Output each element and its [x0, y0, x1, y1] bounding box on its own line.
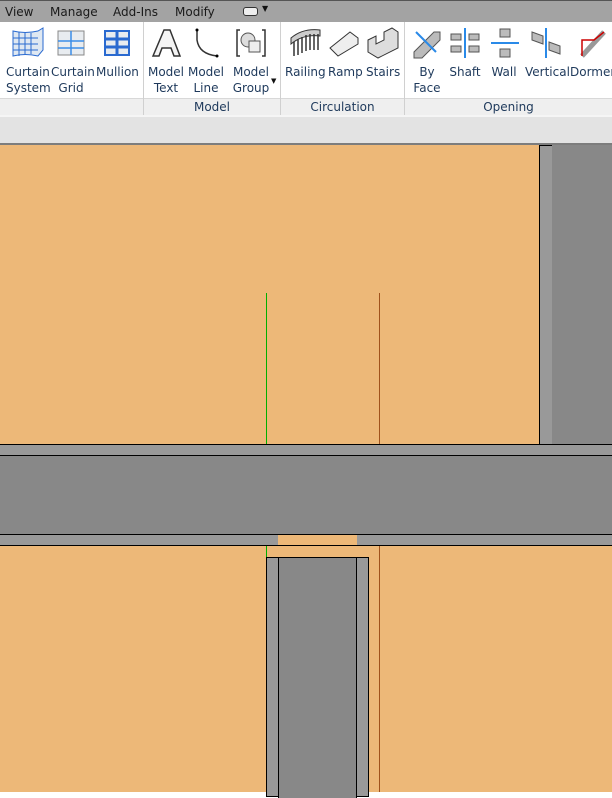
railing-icon [290, 29, 321, 56]
button-label: Stairs [366, 65, 401, 79]
wall-edge [539, 145, 553, 445]
button-label: Model [147, 65, 185, 79]
reference-line-brown [379, 293, 380, 444]
button-label: Dormer [570, 65, 612, 79]
dormer-icon [580, 30, 606, 58]
by-face-button[interactable]: By Face [410, 26, 444, 96]
ribbon: Curtain System Curtain Grid Mullion Model T… [0, 22, 612, 115]
vertical-opening-icon [531, 28, 561, 58]
button-label: Text [153, 81, 179, 95]
ribbon-tab-bar: View Manage Add-Ins Modify ▼ [0, 0, 612, 22]
wall [552, 145, 612, 445]
column-core [278, 558, 357, 798]
door-opening [278, 535, 357, 545]
mullion-button[interactable]: Mullion [96, 26, 139, 80]
button-label: Line [193, 81, 219, 95]
button-label: Shaft [449, 65, 481, 79]
minimize-ribbon-icon[interactable] [243, 7, 258, 16]
button-label: Group [232, 81, 270, 95]
button-label: By [419, 65, 435, 79]
button-label: Railing [285, 65, 326, 79]
panel-label-opening: Opening [405, 98, 612, 115]
ramp-icon [329, 31, 359, 57]
panel-label-model: Model [144, 98, 280, 115]
button-label: Wall [491, 65, 517, 79]
dormer-button[interactable]: Dormer [570, 26, 612, 80]
tab-add-ins[interactable]: Add-Ins [113, 5, 158, 19]
tab-view[interactable]: View [5, 5, 33, 19]
tab-modify[interactable]: Modify [175, 5, 215, 19]
model-line-button[interactable]: Model Line [187, 26, 225, 96]
curtain-system-icon [12, 27, 44, 57]
model-line-icon [195, 28, 219, 58]
shaft-icon [450, 28, 480, 58]
panel-label-circulation: Circulation [281, 98, 404, 115]
wall-edge-top [0, 444, 612, 456]
button-label: System [6, 81, 51, 95]
button-label: Vertical [525, 65, 570, 79]
model-text-button[interactable]: Model Text [147, 26, 185, 96]
button-label: Model [187, 65, 225, 79]
model-group-button[interactable]: Model Group [231, 26, 271, 96]
stairs-icon [367, 27, 399, 59]
curtain-system-button[interactable]: Curtain System [6, 26, 51, 96]
button-label: Face [413, 81, 441, 95]
button-label: Mullion [96, 65, 139, 79]
button-label: Curtain [51, 65, 95, 79]
model-text-icon [151, 29, 182, 57]
horizontal-wall [0, 456, 612, 535]
ribbon-options-dropdown-icon[interactable]: ▼ [262, 4, 268, 13]
vertical-opening-button[interactable]: Vertical [525, 26, 570, 80]
wall-opening-button[interactable]: Wall [488, 26, 520, 80]
shaft-button[interactable]: Shaft [448, 26, 482, 80]
reference-line-brown [379, 546, 380, 792]
stairs-button[interactable]: Stairs [366, 26, 400, 80]
drawing-canvas[interactable] [0, 145, 612, 798]
dropdown-arrow-icon[interactable]: ▼ [271, 77, 276, 85]
model-group-icon [236, 29, 266, 57]
by-face-icon [413, 31, 441, 59]
panel-label-build [0, 98, 143, 115]
curtain-grid-button[interactable]: Curtain Grid [51, 26, 95, 96]
curtain-grid-icon [57, 30, 85, 56]
button-label: Model [232, 65, 270, 79]
tab-manage[interactable]: Manage [50, 5, 98, 19]
button-label: Ramp [328, 65, 363, 79]
reference-line-green [266, 293, 267, 444]
mullion-icon [104, 30, 130, 56]
railing-button[interactable]: Railing [285, 26, 326, 80]
ramp-button[interactable]: Ramp [328, 26, 363, 80]
button-label: Curtain [6, 65, 50, 79]
options-bar [0, 115, 612, 145]
button-label: Grid [58, 81, 84, 95]
wall-opening-icon [491, 28, 519, 58]
